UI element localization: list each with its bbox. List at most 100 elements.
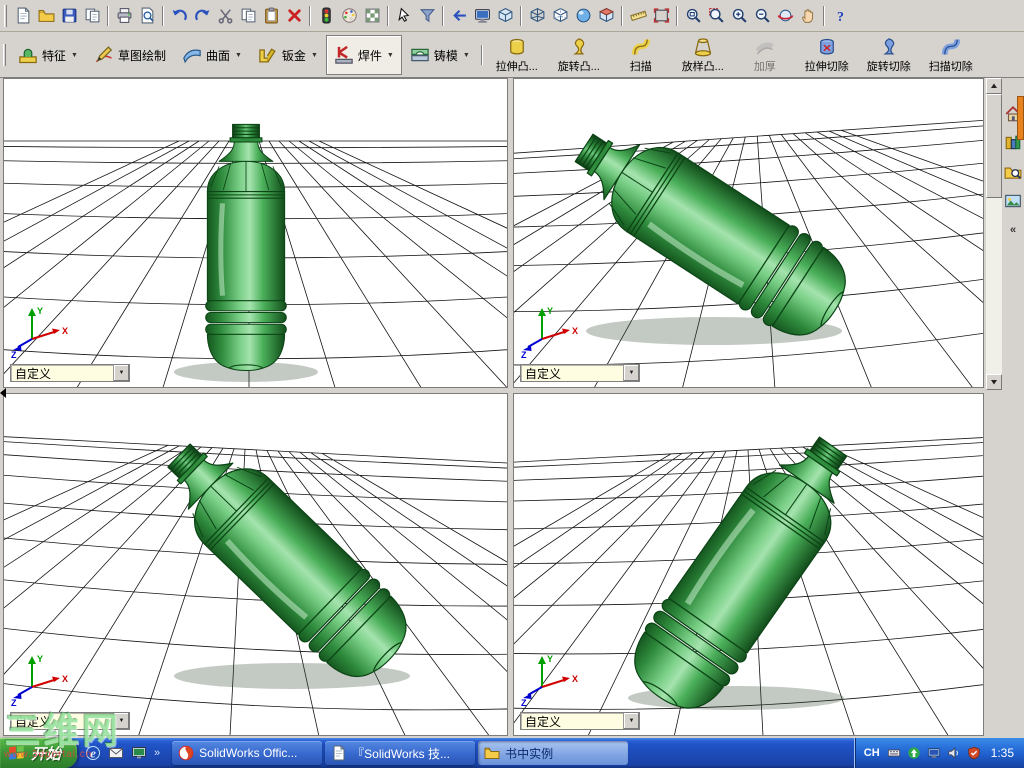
save-button[interactable] <box>58 5 80 27</box>
toolbar-grip[interactable] <box>3 44 6 66</box>
hidden-lines-visible-button[interactable] <box>549 5 571 27</box>
3d-view-canvas[interactable] <box>514 79 983 387</box>
select-button[interactable] <box>393 5 415 27</box>
side-tab[interactable] <box>1017 96 1024 140</box>
3d-view-canvas[interactable] <box>4 79 507 387</box>
help-button[interactable]: ? <box>829 5 851 27</box>
chevron-down-icon[interactable]: ▼ <box>71 52 78 59</box>
cm-tool-revolveCut[interactable]: 旋转切除 <box>858 35 920 75</box>
combo-dropdown-button[interactable]: ▼ <box>623 365 639 381</box>
view-preset-combo[interactable]: 自定义 ▼ <box>520 364 640 382</box>
task-button-1[interactable]: 『SolidWorks 技... <box>325 741 475 765</box>
open-button[interactable] <box>35 5 57 27</box>
task-button-2[interactable]: 书中实例 <box>478 741 628 765</box>
cm-tab-features[interactable]: 特征 ▼ <box>10 35 86 75</box>
measure-icon <box>630 7 647 24</box>
bottle-model[interactable] <box>557 107 861 352</box>
zoom-out-button[interactable] <box>751 5 773 27</box>
chevron-down-icon[interactable]: ▼ <box>387 52 394 59</box>
zoom-in-button[interactable] <box>728 5 750 27</box>
file-explorer-button[interactable] <box>1003 162 1023 182</box>
scrollbar-thumb[interactable] <box>986 94 1002 198</box>
toolbar-grip[interactable] <box>4 5 7 27</box>
shaded-button[interactable] <box>572 5 594 27</box>
chevron-down-icon[interactable]: ▼ <box>463 52 470 59</box>
cm-tool-sweepCut[interactable]: 扫描切除 <box>920 35 982 75</box>
viewport-bottom-left[interactable]: Y X Z 自定义 ▼ <box>3 393 508 736</box>
pan-button[interactable] <box>797 5 819 27</box>
view-preset-combo[interactable]: 自定义 ▼ <box>520 712 640 730</box>
system-tray: CH1:35 <box>854 738 1024 768</box>
pan-icon <box>800 7 817 24</box>
cm-tab-mold[interactable]: 铸模 ▼ <box>402 35 478 75</box>
collapse-taskpane-button[interactable]: « <box>1003 220 1023 240</box>
print-preview-button[interactable] <box>136 5 158 27</box>
axis-z-label: Z <box>521 350 527 359</box>
rebuild-button[interactable] <box>315 5 337 27</box>
cm-tab-sketch[interactable]: 草图绘制 <box>86 35 174 75</box>
start-button[interactable]: 开始 <box>0 738 77 768</box>
cm-tool-revolveBoss[interactable]: 旋转凸... <box>548 35 610 75</box>
copy-button[interactable] <box>237 5 259 27</box>
wireframe-button[interactable] <box>526 5 548 27</box>
3d-view-canvas[interactable] <box>4 394 507 735</box>
tray-update-button[interactable] <box>907 746 922 761</box>
selection-filter-button[interactable] <box>416 5 438 27</box>
view-preset-combo[interactable]: 自定义 ▼ <box>10 712 130 730</box>
scroll-up-button[interactable] <box>986 78 1002 94</box>
section-view-button[interactable] <box>595 5 617 27</box>
zoom-to-area-button[interactable] <box>705 5 727 27</box>
bottle-model[interactable] <box>206 124 287 370</box>
cut-button[interactable] <box>214 5 236 27</box>
language-indicator[interactable]: CH <box>864 747 882 759</box>
cm-tool-sweep[interactable]: 扫描 <box>610 35 672 75</box>
delete-button[interactable] <box>283 5 305 27</box>
scroll-down-button[interactable] <box>986 374 1002 390</box>
combo-dropdown-button[interactable]: ▼ <box>113 713 129 729</box>
task-button-0[interactable]: SolidWorks Offic... <box>172 741 322 765</box>
combo-dropdown-button[interactable]: ▼ <box>113 365 129 381</box>
save-all-button[interactable] <box>81 5 103 27</box>
view-preset-combo[interactable]: 自定义 ▼ <box>10 364 130 382</box>
texture-button[interactable] <box>361 5 383 27</box>
tray-volume-button[interactable] <box>947 746 962 761</box>
edit-color-button[interactable] <box>338 5 360 27</box>
combo-dropdown-button[interactable]: ▼ <box>623 713 639 729</box>
show-desktop-button[interactable] <box>129 743 149 763</box>
new-button[interactable] <box>12 5 34 27</box>
viewport-bottom-right[interactable]: Y X Z 自定义 ▼ <box>513 393 984 736</box>
cm-tool-loft[interactable]: 放样凸... <box>672 35 734 75</box>
zoom-to-fit-button[interactable] <box>682 5 704 27</box>
chevron-down-icon[interactable]: ▼ <box>311 52 318 59</box>
print-button[interactable] <box>113 5 135 27</box>
cm-tab-sheetmetal[interactable]: 钣金 ▼ <box>250 35 326 75</box>
internet-explorer-button[interactable]: e <box>83 743 103 763</box>
redo-button[interactable] <box>191 5 213 27</box>
rotate-view-button[interactable] <box>774 5 796 27</box>
tray-keyboard-button[interactable] <box>887 746 902 761</box>
cm-tab-label: 曲面 <box>206 47 230 64</box>
swLogo-icon <box>178 745 194 761</box>
measure-button[interactable] <box>627 5 649 27</box>
cm-tab-surface[interactable]: 曲面 ▼ <box>174 35 250 75</box>
cm-tool-extrudeBoss[interactable]: 拉伸凸... <box>486 35 548 75</box>
view-orientation-button[interactable] <box>494 5 516 27</box>
full-screen-button[interactable] <box>650 5 672 27</box>
tray-antivirus-button[interactable] <box>967 746 982 761</box>
viewport-top-right[interactable]: Y X Z 自定义 ▼ <box>513 78 984 388</box>
undo-button[interactable] <box>168 5 190 27</box>
3d-view-canvas[interactable] <box>514 394 983 735</box>
chevron-right-icon[interactable]: » <box>152 747 162 759</box>
tray-display-button[interactable] <box>927 746 942 761</box>
viewport-top-left[interactable]: Y X Z 自定义 ▼ <box>3 78 508 388</box>
mail-button[interactable] <box>106 743 126 763</box>
standard-views-button[interactable] <box>471 5 493 27</box>
view-palette-button[interactable] <box>1003 191 1023 211</box>
cm-tab-weldment[interactable]: 焊件 ▼ <box>326 35 402 75</box>
paste-button[interactable] <box>260 5 282 27</box>
cm-tool-extrudeCut[interactable]: 拉伸切除 <box>796 35 858 75</box>
vertical-scrollbar[interactable] <box>986 78 1002 390</box>
chevron-down-icon[interactable]: ▼ <box>235 52 242 59</box>
splitter-handle[interactable] <box>0 388 6 398</box>
previous-view-button[interactable] <box>448 5 470 27</box>
